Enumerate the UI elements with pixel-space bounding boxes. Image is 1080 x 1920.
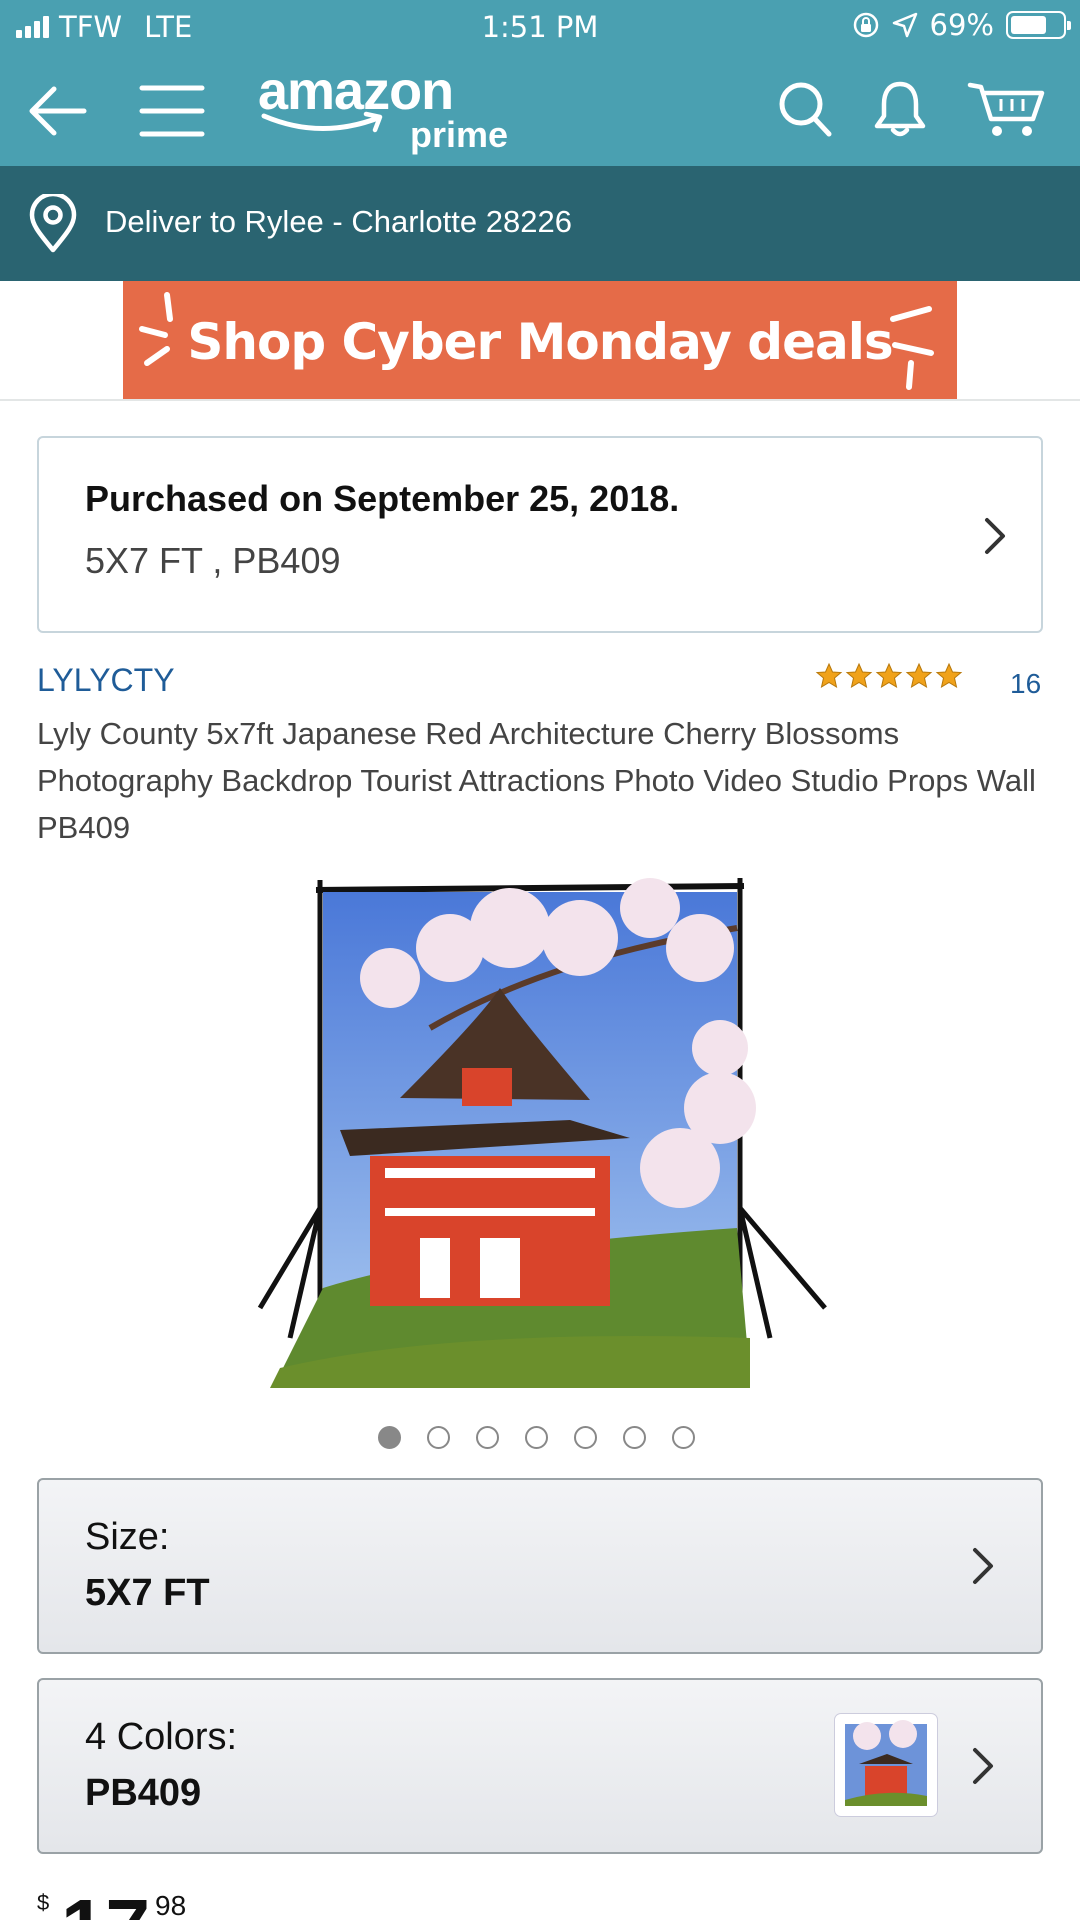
price-fraction: 98 <box>155 1890 187 1920</box>
status-bar: TFW LTE 1:51 PM 69% <box>0 0 1080 54</box>
star-icon <box>815 662 843 689</box>
brand-link[interactable]: LYLYCTY <box>37 662 175 699</box>
amazon-prime-logo[interactable]: amazon prime <box>258 64 508 155</box>
star-icon <box>845 662 873 689</box>
purchase-date: Purchased on September 25, 2018. <box>85 478 680 519</box>
chevron-right-icon <box>973 1748 993 1784</box>
star-icon <box>905 662 933 689</box>
pager-dot[interactable] <box>525 1426 548 1449</box>
pager-dot[interactable] <box>378 1426 401 1449</box>
star-icon <box>935 662 963 689</box>
color-selector[interactable]: 4 Colors: PB409 <box>37 1678 1043 1854</box>
size-label: Size: <box>85 1516 170 1558</box>
image-pager[interactable] <box>378 1426 695 1449</box>
product-title: Lyly County 5x7ft Japanese Red Architect… <box>37 716 1036 845</box>
swatch-image <box>845 1720 927 1806</box>
purchase-history-card[interactable]: Purchased on September 25, 2018. 5X7 FT … <box>37 436 1043 633</box>
pager-dot[interactable] <box>427 1426 450 1449</box>
delivery-location-bar[interactable]: Deliver to Rylee - Charlotte 28226 <box>0 166 1080 281</box>
product-image[interactable] <box>250 868 840 1388</box>
price-whole: 17 <box>61 1888 150 1920</box>
star-icon <box>875 662 903 689</box>
smile-icon <box>261 111 383 133</box>
battery-icon <box>1006 11 1071 39</box>
sparkle-right-icon <box>890 306 934 390</box>
delivery-text: Deliver to Rylee - Charlotte 28226 <box>105 204 572 239</box>
battery-fill <box>1011 16 1046 34</box>
size-selector[interactable]: Size: 5X7 FT <box>37 1478 1043 1654</box>
battery-percent: 69% <box>929 8 994 42</box>
cart-button[interactable] <box>962 72 1052 148</box>
chevron-right-icon <box>973 1548 993 1584</box>
pager-dot[interactable] <box>476 1426 499 1449</box>
purchase-details: 5X7 FT , PB409 <box>85 540 341 581</box>
rotation-lock-icon <box>853 12 878 38</box>
logo-sub: prime <box>410 114 509 155</box>
menu-button[interactable] <box>136 76 208 146</box>
review-count[interactable]: 16 <box>1010 668 1041 700</box>
bell-icon <box>874 81 926 137</box>
banner-text: Shop Cyber Monday deals <box>187 313 893 371</box>
color-value: PB409 <box>85 1772 202 1814</box>
chevron-right-icon <box>985 518 1005 554</box>
cyber-monday-banner[interactable]: Shop Cyber Monday deals <box>123 281 957 399</box>
pager-dot[interactable] <box>672 1426 695 1449</box>
size-value: 5X7 FT <box>85 1572 210 1614</box>
rating-stars[interactable] <box>815 662 963 690</box>
location-arrow-icon <box>892 12 917 38</box>
app-header: TFW LTE 1:51 PM 69% amazon prime <box>0 0 1080 166</box>
pager-dot[interactable] <box>574 1426 597 1449</box>
search-icon <box>779 82 832 137</box>
pager-dot[interactable] <box>623 1426 646 1449</box>
back-arrow-icon <box>29 86 87 136</box>
price-currency: $ <box>37 1890 50 1915</box>
status-right: 69% <box>852 8 1071 42</box>
back-button[interactable] <box>22 76 92 146</box>
nav-bar: amazon prime <box>0 54 1080 166</box>
notifications-button[interactable] <box>864 74 936 144</box>
location-pin-icon <box>29 194 77 253</box>
color-label: 4 Colors: <box>85 1716 238 1758</box>
menu-icon <box>139 85 205 137</box>
color-swatch-thumbnail[interactable] <box>835 1714 937 1816</box>
promo-banner-area: Shop Cyber Monday deals <box>0 281 1080 401</box>
price: $ 17 98 <box>37 1888 437 1920</box>
cart-icon <box>967 82 1045 136</box>
search-button[interactable] <box>770 74 840 144</box>
